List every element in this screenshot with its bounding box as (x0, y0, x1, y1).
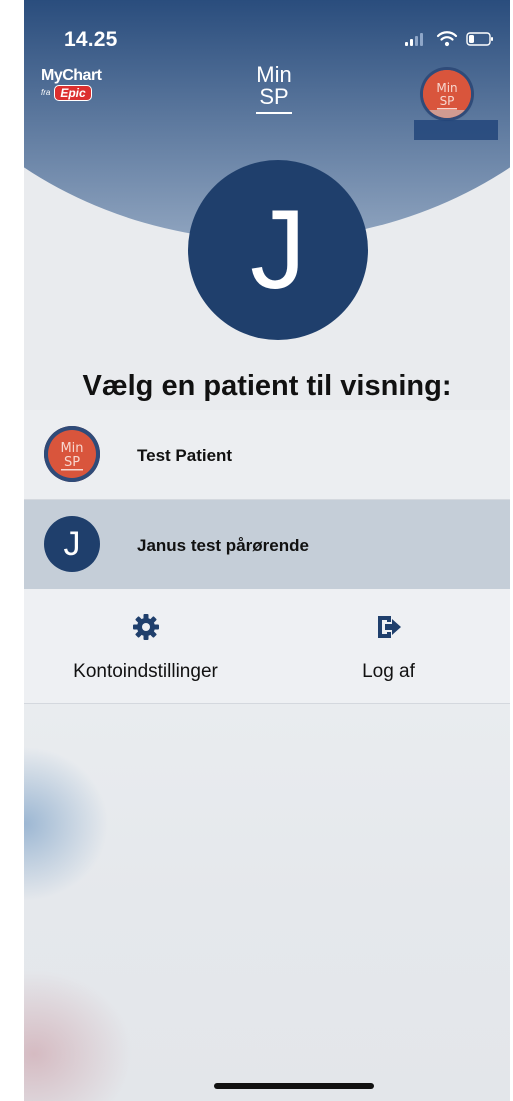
patient-name: Test Patient (137, 446, 233, 465)
redacted-region (414, 120, 498, 140)
logout-label: Log af (362, 661, 415, 682)
patient-list: Min SP Test Patient J Janus test pårøren… (24, 410, 510, 590)
status-time: 14.25 (64, 28, 118, 51)
epic-wordmark: Epic (54, 85, 92, 101)
minsp-logo-line1: Min (256, 62, 292, 87)
avatar-line1: Min (436, 81, 457, 95)
mychart-fra: fra (41, 88, 51, 97)
mychart-logo: MyChart fra Epic (41, 68, 111, 110)
settings-button[interactable]: Kontoindstillinger (24, 589, 267, 703)
profile-avatar-button[interactable]: Min SP (423, 70, 471, 118)
logout-button[interactable]: Log af (267, 589, 510, 703)
signal-icon (404, 32, 428, 51)
avatar-line2: SP (440, 94, 455, 108)
sign-out-icon (375, 613, 403, 641)
patient-avatar: Min SP (44, 426, 100, 482)
page-title: Vælg en patient til visning: (82, 370, 452, 402)
mychart-wordmark: MyChart (41, 67, 102, 84)
minsp-logo: Min SP (244, 64, 304, 114)
patient-avatar: J (44, 516, 100, 572)
blurred-background-area (24, 704, 510, 1101)
patient-avatar-line2: SP (64, 455, 80, 470)
status-icons (404, 31, 494, 52)
current-patient-avatar: J (188, 160, 368, 340)
home-indicator (214, 1083, 374, 1089)
current-patient-initial: J (250, 187, 306, 312)
app-screen: 14.25 MyChart fra Epic Min SP Min SP J V… (24, 0, 510, 1101)
minsp-logo-line2: SP (259, 84, 289, 109)
gear-icon (132, 613, 160, 641)
minsp-avatar-logo: Min SP (44, 426, 100, 482)
status-bar: 14.25 (24, 0, 510, 54)
patient-name: Janus test pårørende (137, 536, 309, 555)
wifi-icon (436, 31, 458, 52)
patient-avatar-line1: Min (60, 441, 83, 456)
account-actions: Kontoindstillinger Log af (24, 589, 510, 704)
battery-icon (466, 32, 494, 51)
patient-row-janus[interactable]: J Janus test pårørende (24, 500, 510, 590)
patient-initial: J (63, 524, 81, 563)
patient-row-test-patient[interactable]: Min SP Test Patient (24, 410, 510, 500)
mychart-subline: fra Epic (41, 85, 111, 101)
minsp-avatar-logo: Min SP (423, 70, 471, 118)
minsp-logo-underline (256, 112, 292, 114)
settings-label: Kontoindstillinger (73, 661, 218, 682)
